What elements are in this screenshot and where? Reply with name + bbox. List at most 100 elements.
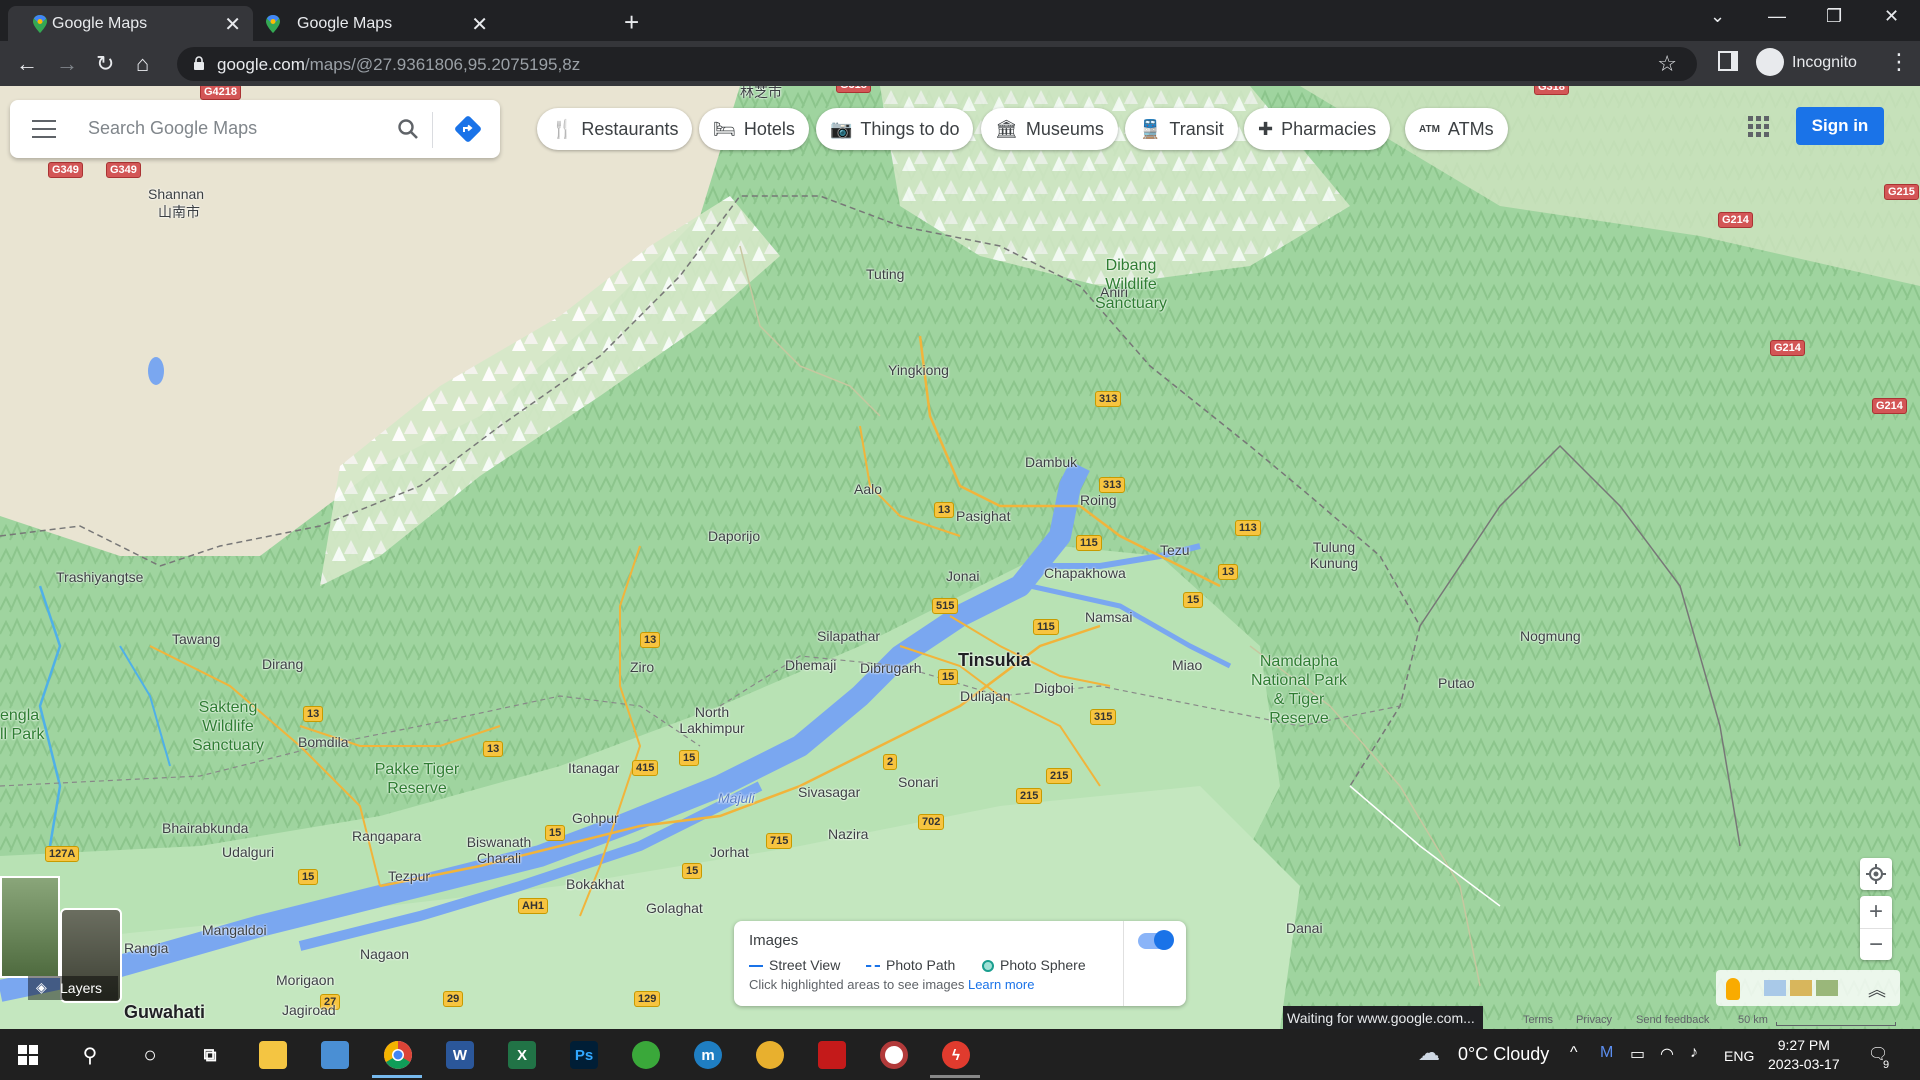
place-label[interactable]: Tawang [172,631,220,647]
menu-icon[interactable] [32,120,56,138]
google-apps-icon[interactable] [1748,116,1770,138]
close-tab-icon[interactable]: ✕ [224,12,241,37]
outlook-icon[interactable] [321,1041,349,1069]
layer-thumb-icon[interactable] [1816,980,1838,996]
place-label[interactable]: Jonai [946,568,979,584]
place-label[interactable]: Dambuk [1025,454,1077,470]
place-label[interactable]: Silapathar [817,628,880,644]
layer-thumb-icon[interactable] [1790,980,1812,996]
footer-send-feedback[interactable]: Send feedback [1636,1014,1709,1026]
place-label-river-island[interactable]: Majuli [718,790,755,806]
place-label[interactable]: Digboi [1034,680,1074,696]
layers-button[interactable]: ◈ Layers [0,876,123,1004]
park-label[interactable]: Sakteng Wildlife Sanctuary [178,698,278,755]
park-label[interactable]: Namdapha National Park & Tiger Reserve [1244,652,1354,728]
place-label[interactable]: Jagiroad [282,1002,336,1018]
new-tab-button[interactable]: + [624,7,639,38]
footer-privacy[interactable]: Privacy [1576,1014,1612,1026]
chip-museums[interactable]: 🏛 Museums [981,108,1118,150]
side-panel-icon[interactable] [1718,51,1738,71]
language-indicator[interactable]: ENG [1724,1048,1754,1064]
place-label[interactable]: Danai [1286,920,1323,936]
restore-icon[interactable]: ❐ [1826,6,1842,27]
musescore-icon[interactable]: m [694,1041,722,1069]
reload-icon[interactable]: ↻ [96,51,114,77]
minimize-icon[interactable]: — [1768,6,1786,27]
place-label[interactable]: Ziro [630,659,654,675]
tab-search-chevron-icon[interactable]: ⌄ [1710,6,1725,27]
show-hidden-icons-chevron-icon[interactable]: ^ [1570,1044,1578,1062]
layer-thumb-icon[interactable] [1764,980,1786,996]
place-label[interactable]: Putao [1438,675,1475,691]
place-label[interactable]: Bhairabkunda [162,820,248,836]
media-player-icon[interactable] [880,1041,908,1069]
street-view-thumbnail[interactable] [0,876,60,978]
volume-icon[interactable]: ♪ [1690,1044,1698,1062]
zoom-out-button[interactable]: − [1860,928,1892,960]
tab-google-maps-1[interactable]: Google Maps ✕ [8,6,253,41]
battery-icon[interactable]: ▭ [1630,1044,1645,1064]
images-toggle[interactable] [1138,930,1174,950]
place-label[interactable]: Jorhat [710,844,749,860]
place-label[interactable]: Roing [1080,492,1117,508]
close-tab-icon[interactable]: ✕ [471,12,488,37]
android-app-icon[interactable] [632,1041,660,1069]
park-label[interactable]: Dibang Wildlife Sanctuary [1086,256,1176,313]
learn-more-link[interactable]: Learn more [968,977,1034,992]
weather-text[interactable]: 0°C Cloudy [1458,1044,1549,1065]
place-label[interactable]: Duliajan [960,688,1011,704]
place-label[interactable]: Chapakhowa [1044,565,1126,581]
place-label[interactable]: Gohpur [572,810,619,826]
place-label[interactable]: Golaghat [646,900,703,916]
place-label[interactable]: Tulung Kunung [1300,539,1368,571]
place-label[interactable]: Itanagar [568,760,619,776]
cloud-weather-icon[interactable]: ☁ [1418,1040,1440,1066]
place-label[interactable]: Biswanath Charali [456,834,542,866]
zoom-in-button[interactable]: + [1860,896,1892,928]
place-label[interactable]: Namsai [1085,609,1132,625]
place-label-major[interactable]: Tinsukia [958,650,1031,671]
flash-app-icon[interactable]: ϟ [942,1041,970,1069]
tab-google-maps-2[interactable]: Google Maps ✕ [255,6,500,41]
place-label[interactable]: Nazira [828,826,868,842]
place-label[interactable]: Miao [1172,657,1202,673]
task-view-icon[interactable]: ⧉ [196,1041,224,1069]
footer-terms[interactable]: Terms [1523,1014,1553,1026]
place-label[interactable]: Trashiyangtse [56,569,143,585]
place-label[interactable]: Rangapara [352,828,421,844]
chrome-menu-icon[interactable]: ⋮ [1888,49,1910,75]
tray-app-icon[interactable]: M [1600,1044,1613,1062]
place-label[interactable]: Dibrugarh [860,660,921,676]
place-label[interactable]: Tezpur [388,868,430,884]
chip-hotels[interactable]: 🛏 Hotels [699,108,809,150]
place-label[interactable]: Bokakhat [566,876,624,892]
place-label[interactable]: Yingkiong [888,362,949,378]
back-icon[interactable]: ← [16,51,38,77]
chip-restaurants[interactable]: 🍴 Restaurants [537,108,693,150]
place-label[interactable]: Tezu [1160,542,1190,558]
photoshop-icon[interactable]: Ps [570,1041,598,1069]
place-label[interactable]: Mangaldoi [202,922,267,938]
place-label[interactable]: Sivasagar [798,784,860,800]
forward-icon[interactable]: → [56,51,78,77]
place-label[interactable]: Nogmung [1520,628,1581,644]
place-label[interactable]: Rangia [124,940,168,956]
place-label[interactable]: Nagaon [360,946,409,962]
place-label[interactable]: North Lakhimpur [672,704,752,736]
sign-in-button[interactable]: Sign in [1796,107,1884,145]
place-label[interactable]: Aalo [854,481,882,497]
chip-atms[interactable]: ATM ATMs [1405,108,1508,150]
search-icon[interactable]: ⚲ [76,1041,104,1069]
place-label-native[interactable]: 山南市 [158,202,200,222]
app-icon[interactable] [756,1041,784,1069]
directions-icon[interactable] [454,115,482,143]
search-input[interactable] [88,118,378,139]
map-canvas[interactable]: G349 G349 G4218 G318 G318 G214 G214 G214… [0,86,1920,1029]
place-label[interactable]: Sonari [898,774,938,790]
place-label[interactable]: Pasighat [956,508,1010,524]
file-explorer-icon[interactable] [259,1041,287,1069]
chrome-icon[interactable] [384,1041,412,1069]
place-label-major[interactable]: Guwahati [124,1002,205,1023]
address-bar[interactable]: google.com/maps/@27.9361806,95.2075195,8… [177,47,1697,81]
excel-icon[interactable]: X [508,1041,536,1069]
